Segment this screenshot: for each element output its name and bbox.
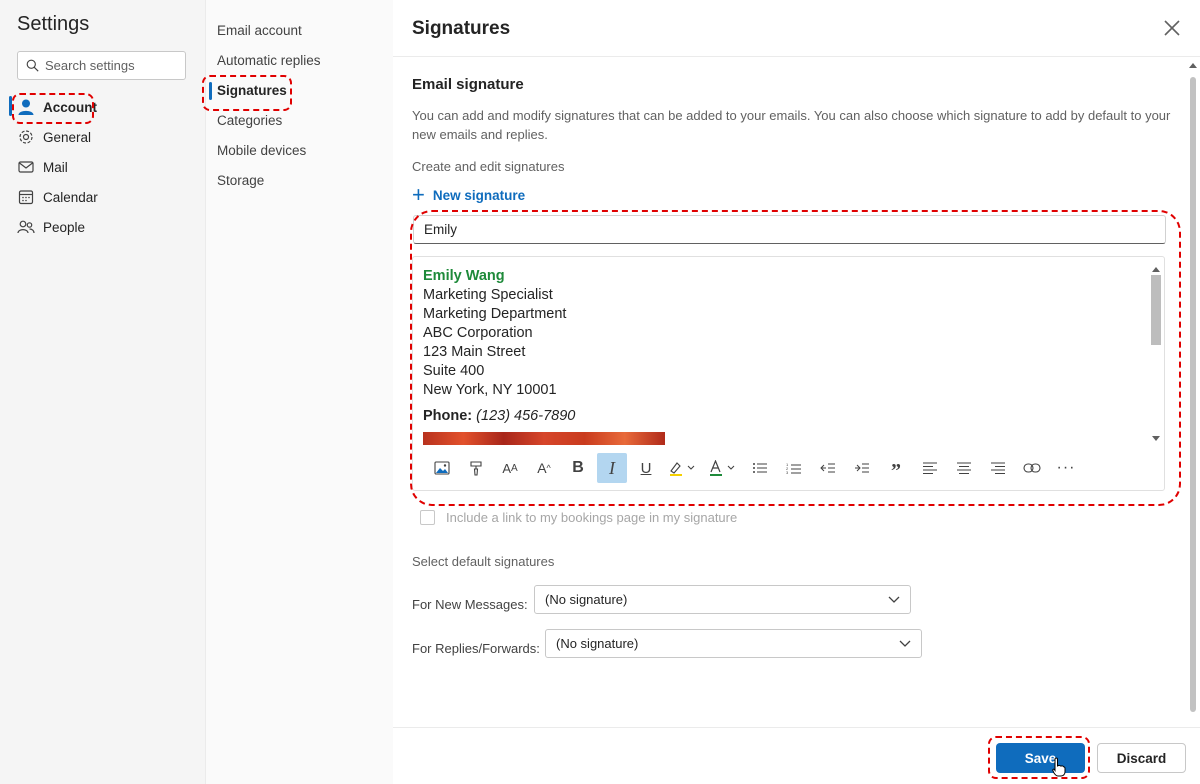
scrollbar-thumb[interactable] [1151, 275, 1161, 345]
nav-item-label: General [43, 129, 92, 145]
bookings-option[interactable]: Include a link to my bookings page in my… [420, 510, 737, 525]
save-button[interactable]: Save [996, 743, 1085, 773]
chevron-down-icon [899, 640, 911, 647]
active-indicator [209, 82, 212, 100]
increase-indent-icon[interactable] [847, 453, 877, 483]
align-right-icon[interactable] [983, 453, 1013, 483]
increase-font-icon[interactable]: A ^ [529, 453, 559, 483]
calendar-icon [17, 188, 35, 206]
nav-item-people[interactable]: People [17, 213, 85, 241]
active-indicator [9, 96, 12, 116]
nav-item-label: People [43, 219, 86, 235]
search-input[interactable] [45, 58, 175, 73]
nav-item-calendar[interactable]: Calendar [17, 183, 98, 211]
nav-item-label: Calendar [43, 189, 98, 205]
font-size-icon[interactable]: AA [495, 453, 525, 483]
decrease-indent-icon[interactable] [813, 453, 843, 483]
font-color-icon[interactable] [705, 453, 741, 483]
scroll-up-icon[interactable] [1189, 63, 1197, 68]
new-signature-label: New signature [432, 187, 526, 203]
format-painter-icon[interactable] [461, 453, 491, 483]
close-button[interactable] [1159, 15, 1185, 41]
align-left-icon[interactable] [915, 453, 945, 483]
highlight-icon[interactable] [665, 453, 701, 483]
page-title: Signatures [412, 18, 511, 39]
subnav-item-storage[interactable]: Storage [217, 168, 264, 192]
subnav-item-mobile-devices[interactable]: Mobile devices [217, 138, 306, 162]
close-icon [1164, 20, 1180, 36]
link-icon[interactable] [1017, 453, 1047, 483]
new-signature-button[interactable]: + New signature [412, 182, 526, 207]
people-icon [17, 218, 35, 236]
signature-banner-image [423, 432, 665, 445]
signature-content[interactable]: Emily Wang Marketing Specialist Marketin… [423, 267, 1143, 445]
svg-text:3: 3 [786, 470, 789, 475]
discard-button[interactable]: Discard [1097, 743, 1186, 773]
nav-item-account[interactable]: Account [17, 93, 97, 121]
settings-subnav: Email account Automatic replies Signatur… [205, 0, 393, 784]
quote-icon[interactable]: ” [881, 453, 911, 483]
signature-line: 123 Main Street [423, 344, 526, 360]
subnav-item-automatic-replies[interactable]: Automatic replies [217, 48, 321, 72]
format-toolbar: AA A ^ B I U 123 ” ··· [427, 453, 1085, 483]
nav-item-label: Mail [43, 159, 68, 175]
panel-scrollbar[interactable] [1187, 57, 1199, 727]
replies-select[interactable]: (No signature) [545, 629, 922, 658]
underline-icon[interactable]: U [631, 453, 661, 483]
replies-label: For Replies/Forwards: [412, 641, 540, 656]
signature-line: Marketing Department [423, 306, 567, 322]
scroll-up-icon[interactable] [1152, 267, 1160, 272]
new-messages-value: (No signature) [545, 592, 628, 607]
plus-icon: + [412, 182, 425, 207]
divider [393, 727, 1200, 728]
subnav-item-categories[interactable]: Categories [217, 108, 282, 132]
nav-item-mail[interactable]: Mail [17, 153, 68, 181]
signature-line: Suite 400 [423, 363, 485, 379]
italic-icon[interactable]: I [597, 453, 627, 483]
new-messages-select[interactable]: (No signature) [534, 585, 911, 614]
subnav-item-signatures[interactable]: Signatures [217, 78, 287, 102]
align-center-icon[interactable] [949, 453, 979, 483]
signature-line: Marketing Specialist [423, 287, 553, 303]
scrollbar-thumb[interactable] [1190, 77, 1196, 712]
hand-cursor-icon [1052, 757, 1066, 777]
signature-line: ABC Corporation [423, 325, 533, 341]
chevron-down-icon [888, 596, 900, 603]
search-icon [26, 59, 39, 72]
search-box[interactable] [17, 51, 186, 80]
phone-value: (123) 456-7890 [476, 408, 576, 424]
create-signatures-label: Create and edit signatures [412, 159, 565, 174]
left-navigation: Settings Account General Mail Calendar P… [0, 0, 205, 784]
divider [393, 56, 1200, 57]
settings-title: Settings [17, 13, 90, 35]
signature-person-name: Emily Wang [423, 268, 505, 284]
new-messages-label: For New Messages: [412, 597, 528, 612]
editor-scrollbar[interactable] [1150, 261, 1161, 441]
nav-item-general[interactable]: General [17, 123, 91, 151]
more-options-icon[interactable]: ··· [1051, 453, 1081, 483]
numbering-icon[interactable]: 123 [779, 453, 809, 483]
section-description: You can add and modify signatures that c… [412, 108, 1171, 142]
replies-value: (No signature) [556, 636, 639, 651]
scroll-down-icon[interactable] [1152, 436, 1160, 441]
person-icon [17, 98, 35, 116]
bold-icon[interactable]: B [563, 453, 593, 483]
bookings-label: Include a link to my bookings page in my… [446, 510, 738, 525]
signature-phone: Phone: (123) 456-7890 [423, 407, 1143, 426]
bullets-icon[interactable] [745, 453, 775, 483]
nav-item-label: Account [43, 99, 97, 115]
signature-editor[interactable]: Emily Wang Marketing Specialist Marketin… [412, 256, 1165, 491]
signature-name-input[interactable] [413, 215, 1166, 244]
default-signatures-label: Select default signatures [412, 554, 555, 569]
section-title: Email signature [412, 76, 524, 93]
subnav-item-email-account[interactable]: Email account [217, 18, 302, 42]
bookings-checkbox[interactable] [420, 510, 435, 525]
mail-icon [17, 158, 35, 176]
gear-icon [17, 128, 35, 146]
signatures-panel: Signatures Email signature You can add a… [393, 0, 1200, 784]
insert-image-icon[interactable] [427, 453, 457, 483]
phone-label: Phone: [423, 408, 473, 424]
signature-line: New York, NY 10001 [423, 382, 557, 398]
